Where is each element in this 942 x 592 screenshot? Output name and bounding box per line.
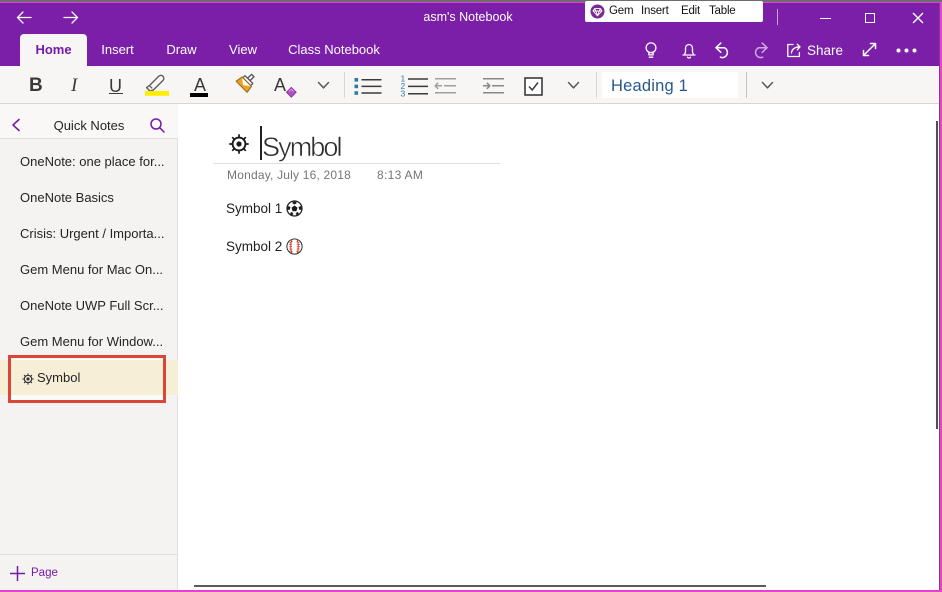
svg-text:3: 3 bbox=[401, 89, 406, 98]
